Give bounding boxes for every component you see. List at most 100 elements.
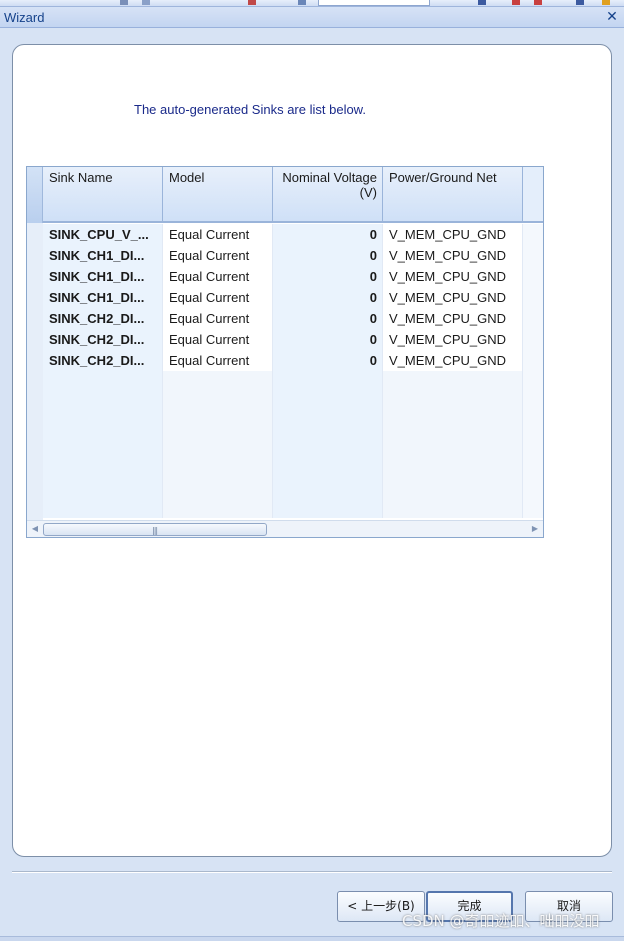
- table-row[interactable]: SINK_CH2_DI... Equal Current 0 V_MEM_CPU…: [43, 350, 543, 371]
- cell-nominal-voltage[interactable]: 0: [273, 224, 383, 245]
- scrollbar-thumb[interactable]: |||: [43, 523, 267, 536]
- cell-sink-name[interactable]: SINK_CH1_DI...: [43, 245, 163, 266]
- cell-filler: [523, 224, 543, 245]
- table-row[interactable]: SINK_CH2_DI... Equal Current 0 V_MEM_CPU…: [43, 329, 543, 350]
- cell-net[interactable]: V_MEM_CPU_GND: [383, 224, 523, 245]
- cell-nominal-voltage[interactable]: 0: [273, 329, 383, 350]
- cell-net[interactable]: V_MEM_CPU_GND: [383, 266, 523, 287]
- cell-nominal-voltage[interactable]: 0: [273, 245, 383, 266]
- cell-empty: [383, 392, 523, 413]
- table-row[interactable]: SINK_CH1_DI... Equal Current 0 V_MEM_CPU…: [43, 245, 543, 266]
- table-row[interactable]: SINK_CH1_DI... Equal Current 0 V_MEM_CPU…: [43, 266, 543, 287]
- sinks-table: Sink Name Model Nominal Voltage (V) Powe…: [26, 166, 544, 538]
- close-icon[interactable]: ✕: [604, 8, 620, 26]
- cell-filler: [523, 245, 543, 266]
- cell-filler: [523, 476, 543, 497]
- cell-empty: [383, 476, 523, 497]
- intro-text: The auto-generated Sinks are list below.: [134, 102, 366, 117]
- cell-net[interactable]: V_MEM_CPU_GND: [383, 287, 523, 308]
- toolbar-icon[interactable]: [478, 0, 486, 5]
- cell-empty: [273, 392, 383, 413]
- cell-nominal-voltage[interactable]: 0: [273, 287, 383, 308]
- cell-sink-name[interactable]: SINK_CH2_DI...: [43, 308, 163, 329]
- wizard-content-panel: The auto-generated Sinks are list below.…: [12, 44, 612, 857]
- toolbar-icon[interactable]: [512, 0, 520, 5]
- cell-model[interactable]: Equal Current: [163, 287, 273, 308]
- cell-filler: [523, 308, 543, 329]
- cell-sink-name[interactable]: SINK_CH2_DI...: [43, 329, 163, 350]
- cell-empty: [273, 434, 383, 455]
- scroll-right-icon[interactable]: ▶: [527, 521, 543, 537]
- cell-filler: [523, 371, 543, 392]
- horizontal-scrollbar[interactable]: ◀ ||| ▶: [27, 520, 543, 537]
- cell-net[interactable]: V_MEM_CPU_GND: [383, 329, 523, 350]
- scroll-left-icon[interactable]: ◀: [27, 521, 43, 537]
- table-row-empty: [43, 371, 543, 392]
- toolbar-icon[interactable]: [248, 0, 256, 5]
- cell-filler: [523, 455, 543, 476]
- cell-empty: [43, 371, 163, 392]
- cell-empty: [273, 476, 383, 497]
- cell-model[interactable]: Equal Current: [163, 245, 273, 266]
- cell-empty: [383, 434, 523, 455]
- cell-empty: [43, 497, 163, 518]
- cell-empty: [163, 476, 273, 497]
- cell-empty: [163, 434, 273, 455]
- cell-empty: [43, 413, 163, 434]
- cell-filler: [523, 329, 543, 350]
- toolbar-icon[interactable]: [602, 0, 610, 5]
- watermark: CSDN @奇吅迹吅、咄吅没吅: [402, 912, 600, 930]
- column-header-sink-name[interactable]: Sink Name: [43, 167, 163, 221]
- cell-empty: [43, 476, 163, 497]
- toolbar-input[interactable]: [318, 0, 430, 6]
- cell-empty: [43, 392, 163, 413]
- cell-empty: [43, 434, 163, 455]
- cell-net[interactable]: V_MEM_CPU_GND: [383, 308, 523, 329]
- cell-model[interactable]: Equal Current: [163, 308, 273, 329]
- table-row-empty: [43, 434, 543, 455]
- cell-net[interactable]: V_MEM_CPU_GND: [383, 350, 523, 371]
- cell-nominal-voltage[interactable]: 0: [273, 266, 383, 287]
- wizard-titlebar: Wizard ✕: [0, 7, 624, 28]
- cell-model[interactable]: Equal Current: [163, 329, 273, 350]
- column-header-model[interactable]: Model: [163, 167, 273, 221]
- column-header-power-ground-net[interactable]: Power/Ground Net: [383, 167, 523, 221]
- column-header-filler: [523, 167, 543, 221]
- column-header-nominal-voltage[interactable]: Nominal Voltage (V): [273, 167, 383, 221]
- cell-model[interactable]: Equal Current: [163, 224, 273, 245]
- table-row-empty: [43, 497, 543, 518]
- cell-empty: [163, 497, 273, 518]
- toolbar-icon[interactable]: [576, 0, 584, 5]
- cell-filler: [523, 350, 543, 371]
- row-header-corner[interactable]: [27, 167, 43, 223]
- window-title: Wizard: [4, 10, 45, 25]
- table-header-row: Sink Name Model Nominal Voltage (V) Powe…: [43, 167, 543, 223]
- cell-filler: [523, 497, 543, 518]
- cell-sink-name[interactable]: SINK_CH1_DI...: [43, 266, 163, 287]
- toolbar-icon[interactable]: [142, 0, 150, 5]
- cell-sink-name[interactable]: SINK_CH1_DI...: [43, 287, 163, 308]
- cell-nominal-voltage[interactable]: 0: [273, 308, 383, 329]
- table-row[interactable]: SINK_CH1_DI... Equal Current 0 V_MEM_CPU…: [43, 287, 543, 308]
- cell-empty: [383, 371, 523, 392]
- toolbar-icon[interactable]: [298, 0, 306, 5]
- table-row[interactable]: SINK_CPU_V_... Equal Current 0 V_MEM_CPU…: [43, 224, 543, 245]
- cell-sink-name[interactable]: SINK_CPU_V_...: [43, 224, 163, 245]
- status-bar: [0, 936, 624, 941]
- toolbar-icon[interactable]: [534, 0, 542, 5]
- cell-empty: [273, 497, 383, 518]
- cell-empty: [383, 497, 523, 518]
- cell-filler: [523, 413, 543, 434]
- toolbar-icon[interactable]: [120, 0, 128, 5]
- cell-filler: [523, 287, 543, 308]
- cell-model[interactable]: Equal Current: [163, 350, 273, 371]
- cell-net[interactable]: V_MEM_CPU_GND: [383, 245, 523, 266]
- grip-icon: |||: [152, 526, 158, 535]
- cell-sink-name[interactable]: SINK_CH2_DI...: [43, 350, 163, 371]
- table-row[interactable]: SINK_CH2_DI... Equal Current 0 V_MEM_CPU…: [43, 308, 543, 329]
- cell-nominal-voltage[interactable]: 0: [273, 350, 383, 371]
- cell-empty: [383, 455, 523, 476]
- cell-filler: [523, 434, 543, 455]
- cell-model[interactable]: Equal Current: [163, 266, 273, 287]
- table-row-empty: [43, 392, 543, 413]
